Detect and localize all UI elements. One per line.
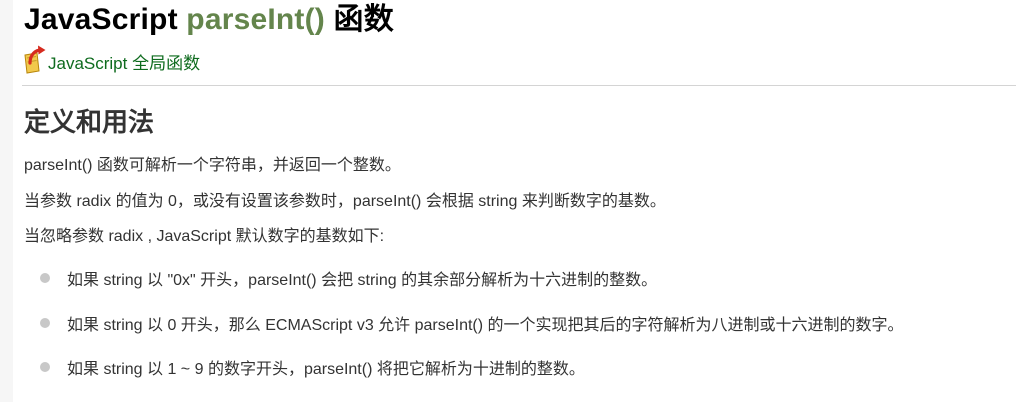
list-item-text: 如果 string 以 1 ~ 9 的数字开头，parseInt() 将把它解析… (67, 361, 585, 378)
left-rail (0, 0, 13, 402)
paragraph-2: 当参数 radix 的值为 0，或没有设置该参数时，parseInt() 会根据… (24, 193, 666, 210)
back-link-label: JavaScript 全局函数 (48, 54, 201, 73)
back-to-global-functions-link[interactable]: JavaScript 全局函数 (22, 44, 200, 74)
bullet-dot-icon (40, 273, 50, 283)
paragraph-3: 当忽略参数 radix , JavaScript 默认数字的基数如下: (24, 228, 385, 245)
bullet-dot-icon (40, 318, 50, 328)
list-item: 如果 string 以 1 ~ 9 的数字开头，parseInt() 将把它解析… (40, 355, 585, 379)
list-item-text: 如果 string 以 0 开头，那么 ECMAScript v3 允许 par… (67, 317, 904, 334)
page-title-accent: parseInt() (186, 3, 325, 36)
bullet-dot-icon (40, 362, 50, 372)
section-heading: 定义和用法 (24, 107, 155, 137)
list-item: 如果 string 以 "0x" 开头，parseInt() 会把 string… (40, 266, 657, 290)
back-arrow-icon (22, 44, 48, 74)
page-title-prefix: JavaScript (24, 3, 187, 36)
paragraph-1: parseInt() 函数可解析一个字符串，并返回一个整数。 (24, 157, 401, 174)
list-item: 如果 string 以 0 开头，那么 ECMAScript v3 允许 par… (40, 311, 904, 335)
header-divider (22, 85, 1016, 86)
list-item-text: 如果 string 以 "0x" 开头，parseInt() 会把 string… (67, 272, 658, 289)
page-title-suffix: 函数 (324, 3, 394, 36)
page-title: JavaScript parseInt() 函数 (24, 0, 394, 38)
